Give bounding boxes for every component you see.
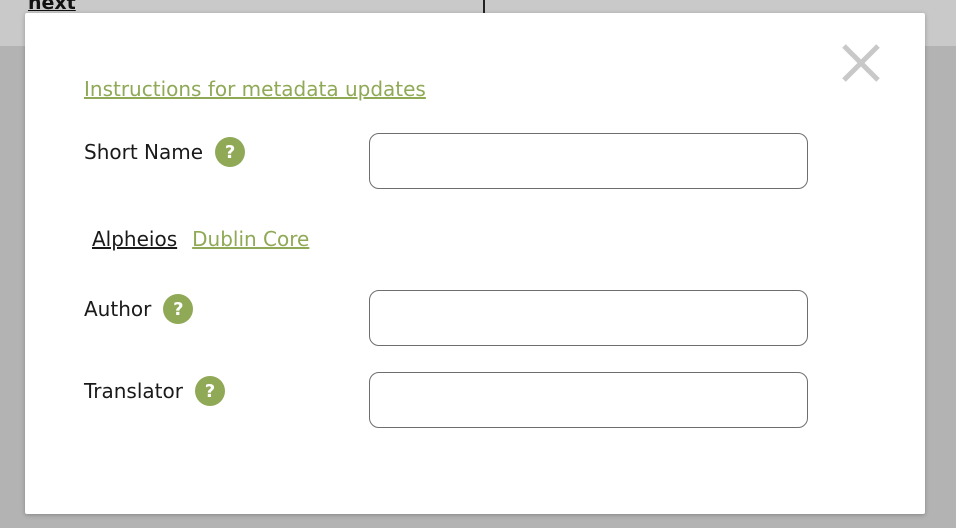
close-button[interactable] [839,41,883,85]
tab-dublin-core[interactable]: Dublin Core [192,227,309,251]
short-name-field-label: Short Name ? [84,137,246,167]
author-label: Author [84,297,152,321]
author-field-label: Author ? [84,294,194,324]
metadata-dialog: Instructions for metadata updates Short … [25,13,925,514]
help-icon[interactable]: ? [215,137,246,167]
instructions-link[interactable]: Instructions for metadata updates [84,77,426,101]
tab-alpheios[interactable]: Alpheios [92,227,177,251]
short-name-label: Short Name [84,140,204,164]
author-input[interactable] [369,290,808,346]
close-icon [842,44,880,82]
background-next-link[interactable]: next [28,0,76,14]
short-name-input[interactable] [369,133,808,189]
metadata-tabs: Alpheios Dublin Core [92,227,309,251]
translator-input[interactable] [369,372,808,428]
translator-label: Translator [84,379,183,403]
translator-field-label: Translator ? [84,376,225,406]
background-divider [483,0,485,13]
help-icon[interactable]: ? [163,294,194,324]
help-icon[interactable]: ? [194,376,225,406]
